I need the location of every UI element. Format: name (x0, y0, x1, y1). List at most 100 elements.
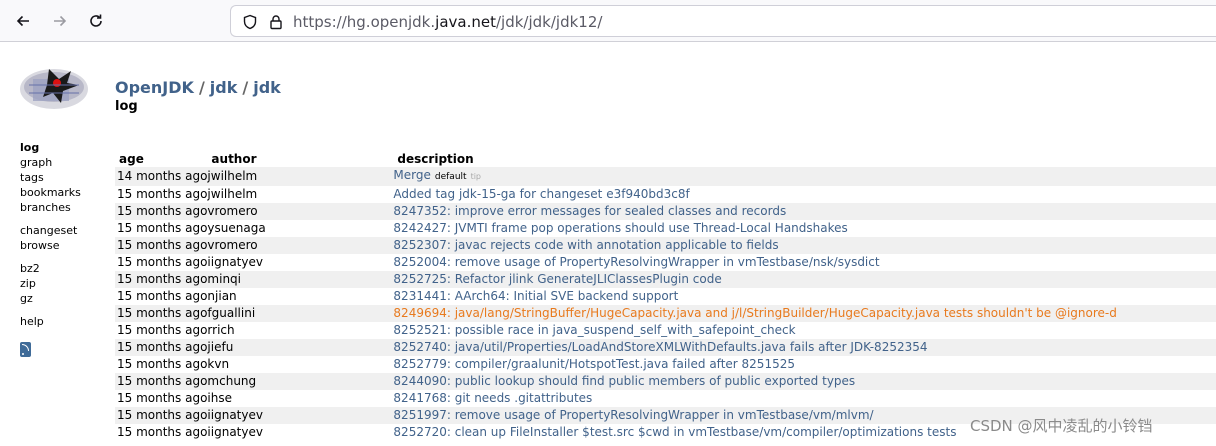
row-author: iignatyev (207, 407, 394, 424)
menu-tags[interactable]: tags (20, 171, 44, 184)
breadcrumb: OpenJDK / jdk / jdk (115, 78, 281, 98)
changeset-link[interactable]: 8231441: AArch64: Initial SVE backend su… (393, 289, 678, 303)
changeset-link[interactable]: 8249694: java/lang/StringBuffer/HugeCapa… (393, 306, 1116, 320)
row-author: jiefu (207, 339, 394, 356)
table-row: 15 months ago minqi 8252725: Refactor jlin… (115, 271, 1216, 288)
row-age: 15 months ago (117, 289, 208, 303)
row-description: 8241768: git needs .gitattributes (393, 390, 1216, 407)
row-author: vromero (207, 237, 394, 254)
row-author: rrich (207, 323, 235, 337)
branch-tag-default: default (434, 172, 467, 182)
menu-bookmarks[interactable]: bookmarks (20, 186, 81, 199)
table-row: 15 months ago rrich 8252521: possible race… (115, 322, 1216, 339)
row-author: iignatyev (207, 255, 263, 269)
changeset-link[interactable]: 8252521: possible race in java_suspend_s… (393, 323, 795, 337)
changeset-link[interactable]: 8242427: JVMTI frame pop operations shou… (393, 221, 847, 235)
changeset-link[interactable]: 8252725: Refactor jlink GenerateJLIClass… (393, 272, 721, 286)
changeset-link[interactable]: 8252004: remove usage of PropertyResolvi… (393, 255, 879, 269)
row-author: fguallini (207, 305, 394, 322)
changeset-link[interactable]: 8244090: public lookup should find publi… (393, 374, 855, 388)
tag-tip: tip (470, 172, 481, 181)
row-author: vromero (207, 203, 394, 220)
row-author: ysuenaga (207, 221, 266, 235)
table-row: 15 months ago jwilhelm Added tag jdk-15-ga… (115, 186, 1216, 203)
row-age: 15 months ago (115, 407, 208, 424)
menu-branches[interactable]: branches (20, 201, 71, 214)
table-header-row: age author description (115, 151, 1216, 167)
table-row: 15 months ago mchung 8244090: public looku… (115, 373, 1216, 390)
row-age: 15 months ago (115, 373, 208, 390)
row-description: 8252521: possible race in java_suspend_s… (393, 322, 1216, 339)
breadcrumb-jdk[interactable]: jdk (210, 78, 238, 97)
table-row: 14 months ago jwilhelm Merge default tip (115, 167, 1216, 186)
row-author: jwilhelm (207, 187, 258, 201)
row-age: 15 months ago (115, 203, 208, 220)
changeset-link[interactable]: 8252740: java/util/Properties/LoadAndSto… (393, 340, 927, 354)
row-author: mchung (207, 373, 394, 390)
changeset-link[interactable]: 8241768: git needs .gitattributes (393, 391, 592, 405)
menu-changeset[interactable]: changeset (20, 224, 77, 237)
column-header-author: author (211, 152, 257, 166)
forward-button[interactable] (45, 6, 75, 36)
changeset-link[interactable]: 8252720: clean up FileInstaller $test.sr… (393, 425, 956, 439)
menu-bz2[interactable]: bz2 (20, 262, 40, 275)
breadcrumb-jdk-repo[interactable]: jdk (253, 78, 281, 97)
menu-graph[interactable]: graph (20, 156, 52, 169)
openjdk-logo[interactable] (19, 63, 90, 111)
changeset-link[interactable]: 8247352: improve error messages for seal… (393, 204, 786, 218)
row-age: 14 months ago (115, 167, 208, 186)
reload-button[interactable] (81, 6, 111, 36)
address-bar[interactable]: https://hg.openjdk.java.net/jdk/jdk/jdk1… (230, 5, 1216, 37)
row-age: 15 months ago (115, 339, 208, 356)
shield-icon[interactable] (241, 13, 259, 31)
changeset-link[interactable]: Added tag jdk-15-ga for changeset e3f940… (393, 187, 689, 201)
browser-toolbar: https://hg.openjdk.java.net/jdk/jdk/jdk1… (0, 0, 1216, 42)
row-age: 15 months ago (117, 187, 208, 201)
table-row: 15 months ago fguallini 8249694: java/lang… (115, 305, 1216, 322)
row-description: 8252725: Refactor jlink GenerateJLIClass… (393, 271, 1216, 288)
menu-log[interactable]: log (20, 141, 39, 154)
row-description: 8252307: javac rejects code with annotat… (393, 237, 1216, 254)
changeset-link[interactable]: 8252307: javac rejects code with annotat… (393, 238, 778, 252)
table-row: 15 months ago ysuenaga 8242427: JVMTI fram… (115, 220, 1216, 237)
page-title: log (115, 99, 138, 114)
row-author: kvn (207, 357, 230, 371)
row-description: 8252004: remove usage of PropertyResolvi… (393, 254, 1216, 271)
row-description: 8247352: improve error messages for seal… (393, 203, 1216, 220)
breadcrumb-separator: / (198, 78, 205, 97)
row-author: iignatyev (207, 425, 263, 439)
row-age: 15 months ago (117, 255, 208, 269)
row-age: 15 months ago (117, 425, 208, 439)
menu-browse[interactable]: browse (20, 239, 60, 252)
table-row: 15 months ago ihse 8241768: git needs .git… (115, 390, 1216, 407)
rss-feed-icon[interactable] (20, 342, 31, 357)
table-row: 15 months ago jiefu 8252740: java/util/Pro… (115, 339, 1216, 356)
table-row: 15 months ago kvn 8252779: compiler/graalu… (115, 356, 1216, 373)
back-button[interactable] (8, 6, 38, 36)
row-author: minqi (207, 271, 394, 288)
changeset-link[interactable]: Merge (393, 168, 430, 182)
changelog-table: age author description 14 months ago jwil… (115, 151, 1216, 441)
lock-icon[interactable] (267, 13, 285, 31)
column-header-description: description (397, 152, 474, 166)
row-age: 15 months ago (115, 271, 208, 288)
table-row: 15 months ago vromero 8247352: improve err… (115, 203, 1216, 220)
row-age: 15 months ago (117, 323, 208, 337)
row-description: Merge default tip (393, 167, 1216, 186)
changeset-link[interactable]: 8252779: compiler/graalunit/HotspotTest.… (393, 357, 795, 371)
breadcrumb-openjdk[interactable]: OpenJDK (115, 78, 194, 97)
row-description: 8242427: JVMTI frame pop operations shou… (393, 220, 1216, 237)
row-age: 15 months ago (115, 305, 208, 322)
table-row: 15 months ago iignatyev 8252004: remove us… (115, 254, 1216, 271)
menu-help[interactable]: help (20, 315, 44, 328)
menu-gz[interactable]: gz (20, 292, 33, 305)
url-text[interactable]: https://hg.openjdk.java.net/jdk/jdk/jdk1… (293, 13, 602, 31)
menu-zip[interactable]: zip (20, 277, 36, 290)
row-age: 15 months ago (115, 237, 208, 254)
table-row: 15 months ago vromero 8252307: javac rejec… (115, 237, 1216, 254)
row-age: 15 months ago (117, 221, 208, 235)
breadcrumb-separator: / (242, 78, 249, 97)
changeset-link[interactable]: 8251997: remove usage of PropertyResolvi… (393, 408, 873, 422)
table-row: 15 months ago njian 8231441: AArch64: Init… (115, 288, 1216, 305)
column-header-age: age (119, 152, 144, 166)
